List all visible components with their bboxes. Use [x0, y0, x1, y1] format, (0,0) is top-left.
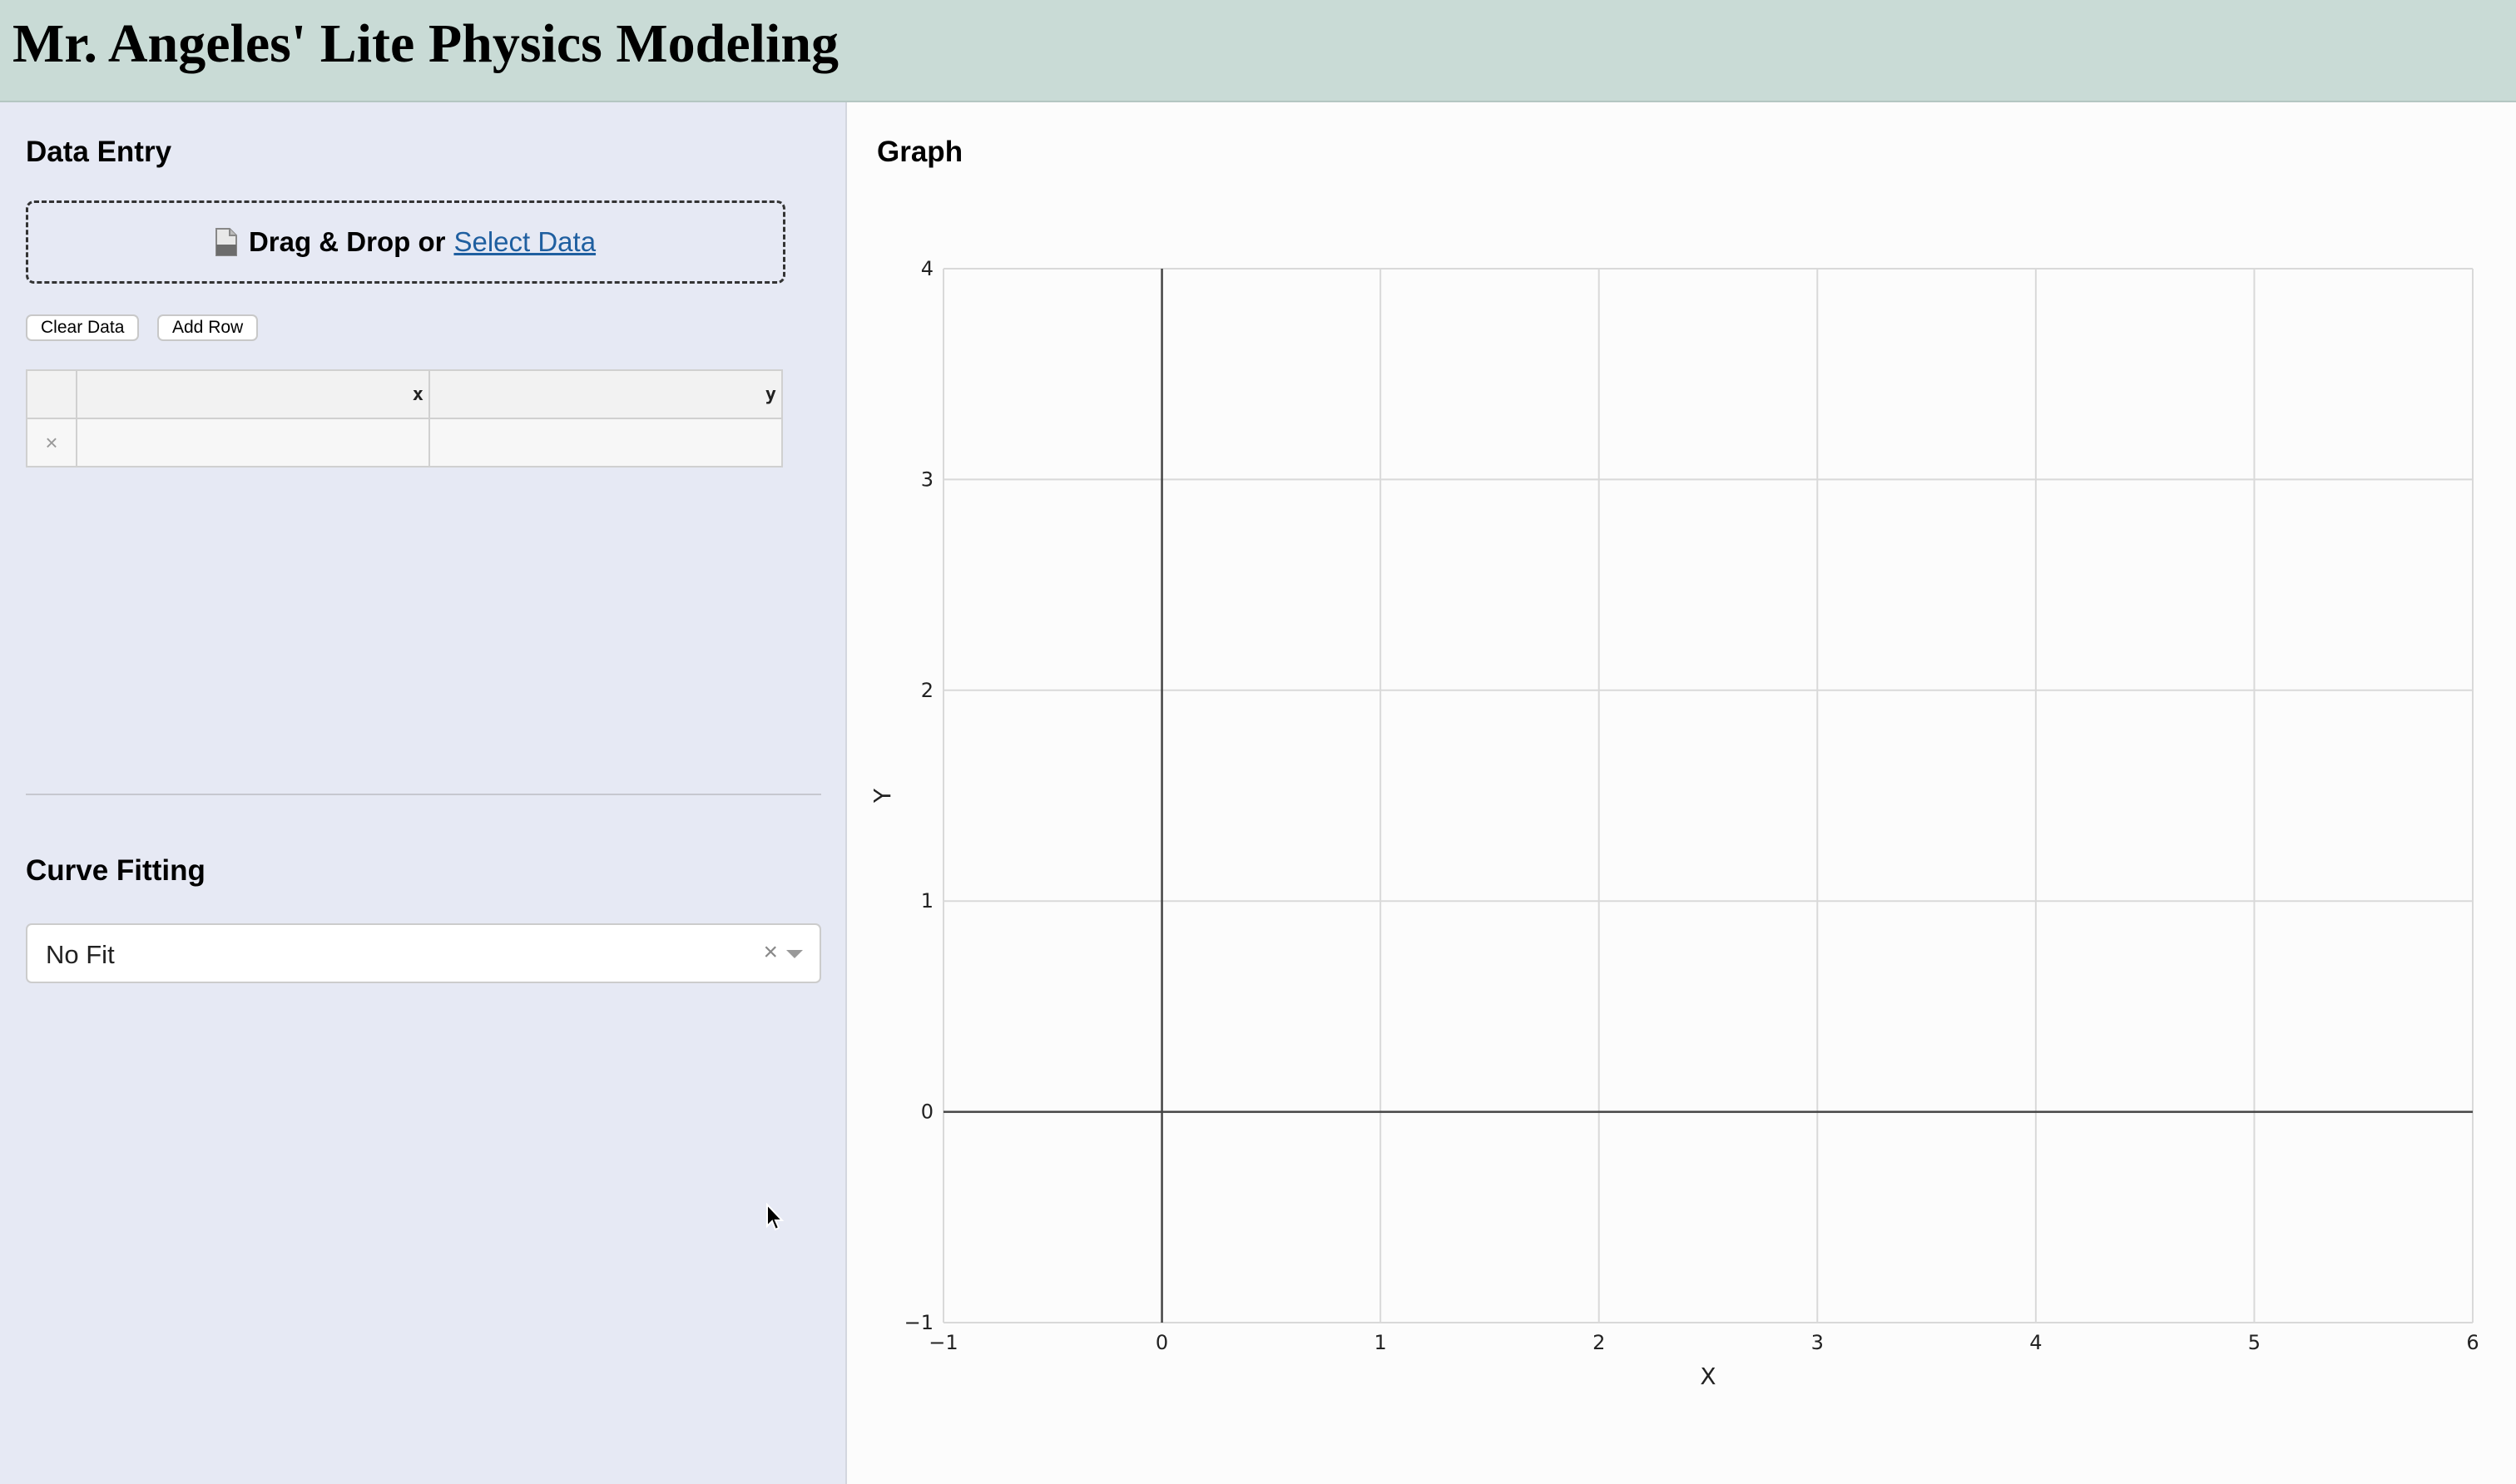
x-tick-label: 5: [2248, 1331, 2261, 1354]
table-row: ×: [26, 418, 783, 467]
y-tick-label: −1: [904, 1311, 934, 1334]
mouse-cursor-icon: [766, 1203, 785, 1231]
chevron-down-icon[interactable]: [786, 950, 803, 958]
y-tick-label: 3: [921, 467, 934, 491]
curve-fitting-title: Curve Fitting: [26, 854, 206, 887]
x-tick-label: 6: [2466, 1331, 2479, 1354]
x-tick-label: 2: [1592, 1331, 1605, 1354]
x-tick-label: 1: [1374, 1331, 1387, 1354]
x-tick-label: 0: [1156, 1331, 1168, 1354]
section-divider: [26, 794, 821, 795]
table-header-row: x y: [26, 369, 783, 419]
x-axis-label: X: [1700, 1363, 1716, 1390]
data-entry-title: Data Entry: [26, 136, 172, 168]
y-tick-label: 4: [921, 257, 934, 280]
x-tick-label: −1: [929, 1331, 958, 1354]
delete-row-icon[interactable]: ×: [26, 418, 77, 467]
column-header-x[interactable]: x: [76, 369, 430, 419]
column-header-y[interactable]: y: [428, 369, 783, 419]
select-data-link[interactable]: Select Data: [453, 226, 596, 258]
right-panel: Graph −1 0 1 2 3 4 5 6 −1 0 1 2 3 4 X Y: [847, 102, 2516, 1484]
column-header-delete: [26, 369, 77, 419]
file-icon: [215, 228, 237, 256]
x-tick-label: 3: [1811, 1331, 1824, 1354]
app-title: Mr. Angeles' Lite Physics Modeling: [12, 13, 839, 74]
file-dropzone[interactable]: Drag & Drop or Select Data: [26, 200, 785, 284]
fit-type-select[interactable]: No Fit ×: [26, 923, 821, 983]
cell-y[interactable]: [428, 418, 783, 467]
dropzone-text: Drag & Drop or: [248, 226, 446, 257]
add-row-button[interactable]: Add Row: [157, 314, 259, 341]
left-panel: Data Entry Drag & Drop or Select Data Cl…: [0, 102, 847, 1484]
app-header: Mr. Angeles' Lite Physics Modeling: [0, 0, 2516, 102]
data-table: x y ×: [26, 369, 783, 467]
graph-plot[interactable]: −1 0 1 2 3 4 5 6 −1 0 1 2 3 4 X Y: [847, 102, 2516, 1484]
x-tick-label: 4: [2029, 1331, 2042, 1354]
y-tick-label: 1: [921, 889, 934, 913]
cell-x[interactable]: [76, 418, 430, 467]
y-tick-label: 2: [921, 679, 934, 702]
clear-data-button[interactable]: Clear Data: [26, 314, 140, 341]
clear-selection-icon[interactable]: ×: [763, 938, 778, 967]
y-tick-label: 0: [921, 1101, 934, 1124]
y-axis-label: Y: [869, 788, 896, 804]
fit-type-value: No Fit: [46, 940, 115, 969]
